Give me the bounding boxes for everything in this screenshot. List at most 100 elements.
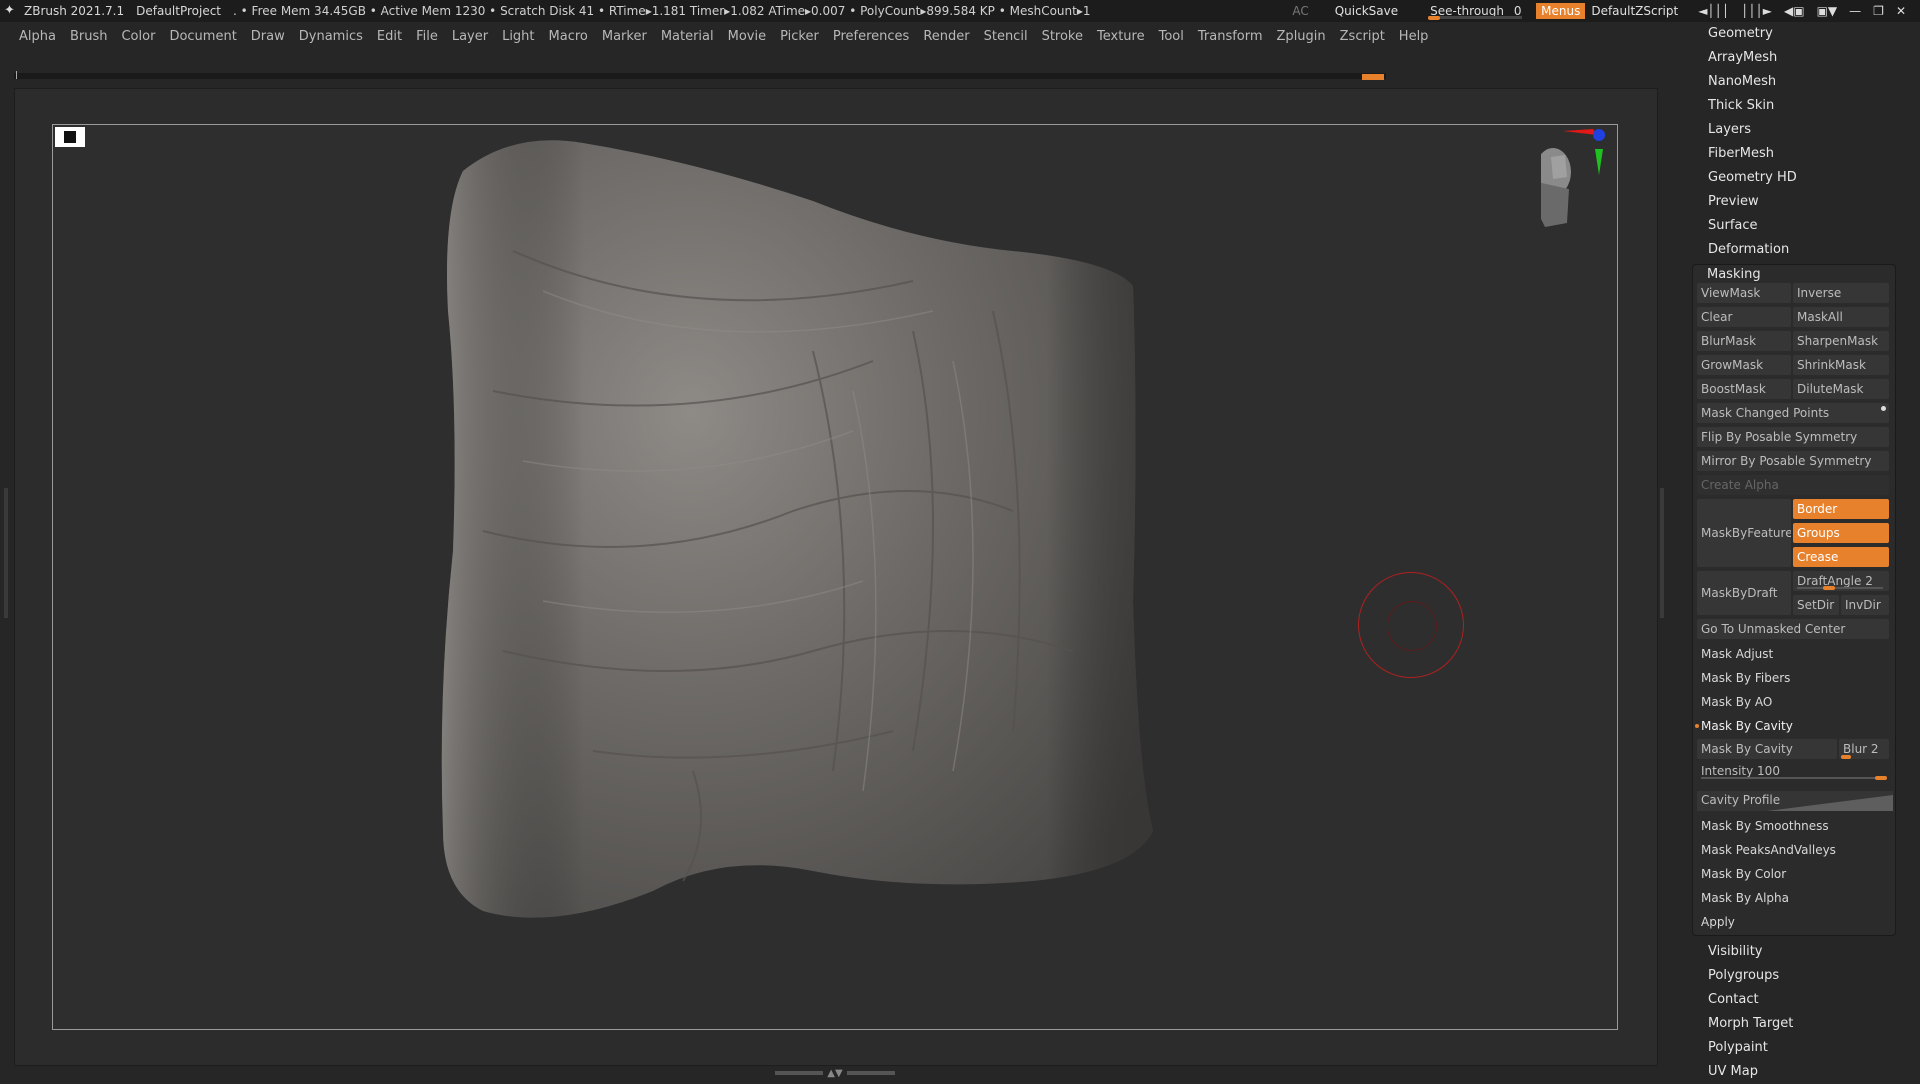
sculpted-pillow-mesh[interactable] (393, 131, 1213, 931)
menu-edit[interactable]: Edit (377, 29, 402, 44)
document-toggle-icon[interactable] (55, 127, 85, 147)
cavity-profile-curve[interactable]: Cavity Profile (1697, 791, 1893, 811)
section-polypaint[interactable]: Polypaint (1690, 1036, 1920, 1060)
section-visibility[interactable]: Visibility (1690, 940, 1920, 964)
menu-render[interactable]: Render (923, 29, 969, 44)
viewmask-button[interactable]: ViewMask (1697, 283, 1791, 303)
section-thick-skin[interactable]: Thick Skin (1690, 94, 1920, 118)
mask-by-cavity-section[interactable]: Mask By Cavity (1693, 715, 1889, 737)
inverse-button[interactable]: Inverse (1793, 283, 1889, 303)
section-geometry-hd[interactable]: Geometry HD (1690, 166, 1920, 190)
section-layers[interactable]: Layers (1690, 118, 1920, 142)
timeline-marker[interactable] (1362, 74, 1384, 80)
blurmask-button[interactable]: BlurMask (1697, 331, 1791, 351)
maskbydraft-button[interactable]: MaskByDraft (1697, 571, 1791, 615)
mask-by-ao-section[interactable]: Mask By AO (1693, 691, 1889, 713)
see-through-slider[interactable]: See-through 0 (1426, 2, 1526, 20)
menu-document[interactable]: Document (169, 29, 236, 44)
left-tray-handle[interactable] (4, 488, 8, 618)
mask-by-alpha-section[interactable]: Mask By Alpha (1693, 887, 1889, 909)
boostmask-button[interactable]: BoostMask (1697, 379, 1791, 399)
section-preview[interactable]: Preview (1690, 190, 1920, 214)
shrinkmask-button[interactable]: ShrinkMask (1793, 355, 1889, 375)
menu-material[interactable]: Material (661, 29, 714, 44)
section-fibermesh[interactable]: FiberMesh (1690, 142, 1920, 166)
mask-by-color-section[interactable]: Mask By Color (1693, 863, 1889, 885)
menu-transform[interactable]: Transform (1198, 29, 1263, 44)
maskall-button[interactable]: MaskAll (1793, 307, 1889, 327)
section-uv-map[interactable]: UV Map (1690, 1060, 1920, 1084)
menu-layer[interactable]: Layer (452, 29, 488, 44)
menu-marker[interactable]: Marker (602, 29, 647, 44)
restore-icon[interactable]: ❐ (1873, 4, 1884, 18)
draftangle-slider[interactable]: DraftAngle 2 (1793, 571, 1889, 591)
maskbyfeature-button[interactable]: MaskByFeature (1697, 499, 1791, 567)
cavity-blur-slider[interactable]: Blur 2 (1839, 739, 1889, 759)
menu-alpha[interactable]: Alpha (19, 29, 56, 44)
menu-macro[interactable]: Macro (549, 29, 588, 44)
crease-toggle[interactable]: Crease (1793, 547, 1889, 567)
dilutemask-button[interactable]: DiluteMask (1793, 379, 1889, 399)
border-toggle[interactable]: Border (1793, 499, 1889, 519)
clear-mask-button[interactable]: Clear (1697, 307, 1791, 327)
setdir-button[interactable]: SetDir (1793, 595, 1839, 615)
section-contact[interactable]: Contact (1690, 988, 1920, 1012)
create-alpha-button[interactable]: Create Alpha (1697, 475, 1889, 495)
minimize-icon[interactable]: — (1849, 4, 1861, 18)
timeline-track[interactable] (14, 71, 1386, 80)
section-geometry[interactable]: Geometry (1690, 22, 1920, 46)
go-to-unmasked-center-button[interactable]: Go To Unmasked Center (1697, 619, 1889, 639)
document-canvas[interactable] (52, 124, 1618, 1030)
layout-cycle-icon[interactable]: │││► (1741, 4, 1772, 18)
section-polygroups[interactable]: Polygroups (1690, 964, 1920, 988)
mask-by-cavity-button[interactable]: Mask By Cavity (1697, 739, 1837, 759)
intensity-slider[interactable]: Intensity 100 (1697, 761, 1889, 781)
masking-title[interactable]: Masking (1707, 267, 1761, 282)
mask-changed-points-button[interactable]: Mask Changed Points (1697, 403, 1889, 423)
mask-by-fibers-section[interactable]: Mask By Fibers (1693, 667, 1889, 689)
menu-movie[interactable]: Movie (728, 29, 766, 44)
menu-tool[interactable]: Tool (1159, 29, 1184, 44)
active-dot-icon (1695, 724, 1699, 728)
menu-brush[interactable]: Brush (70, 29, 108, 44)
menu-color[interactable]: Color (121, 29, 155, 44)
menu-picker[interactable]: Picker (780, 29, 819, 44)
orientation-gizmo[interactable] (1535, 127, 1611, 247)
menu-light[interactable]: Light (502, 29, 534, 44)
bottom-tray-handle[interactable]: ▲▼ (770, 1068, 900, 1079)
mask-adjust-section[interactable]: Mask Adjust (1693, 643, 1889, 665)
swap-icon[interactable]: ▣▼ (1817, 4, 1838, 18)
flip-posable-symmetry-button[interactable]: Flip By Posable Symmetry (1697, 427, 1889, 447)
menu-draw[interactable]: Draw (251, 29, 285, 44)
sharpenmask-button[interactable]: SharpenMask (1793, 331, 1889, 351)
section-morph-target[interactable]: Morph Target (1690, 1012, 1920, 1036)
interface-icon[interactable]: ◀▣ (1784, 4, 1805, 18)
menu-stroke[interactable]: Stroke (1042, 29, 1083, 44)
ac-toggle[interactable]: AC (1292, 4, 1308, 18)
right-tray-handle[interactable] (1660, 488, 1664, 618)
menu-dynamics[interactable]: Dynamics (299, 29, 363, 44)
section-nanomesh[interactable]: NanoMesh (1690, 70, 1920, 94)
groups-toggle[interactable]: Groups (1793, 523, 1889, 543)
mask-peaks-valleys-section[interactable]: Mask PeaksAndValleys (1693, 839, 1889, 861)
invdir-button[interactable]: InvDir (1841, 595, 1889, 615)
section-deformation[interactable]: Deformation (1690, 238, 1920, 262)
close-icon[interactable]: ✕ (1896, 4, 1906, 18)
menu-stencil[interactable]: Stencil (984, 29, 1028, 44)
growmask-button[interactable]: GrowMask (1697, 355, 1791, 375)
section-arraymesh[interactable]: ArrayMesh (1690, 46, 1920, 70)
quicksave-button[interactable]: QuickSave (1335, 4, 1398, 18)
menu-preferences[interactable]: Preferences (833, 29, 909, 44)
layout-icon[interactable]: ◄│││ (1698, 4, 1729, 18)
menu-zplugin[interactable]: Zplugin (1277, 29, 1326, 44)
menu-help[interactable]: Help (1399, 29, 1429, 44)
menu-file[interactable]: File (416, 29, 438, 44)
apply-section[interactable]: Apply (1693, 911, 1889, 933)
menu-texture[interactable]: Texture (1097, 29, 1145, 44)
section-surface[interactable]: Surface (1690, 214, 1920, 238)
mask-by-smoothness-section[interactable]: Mask By Smoothness (1693, 815, 1889, 837)
menus-button[interactable]: Menus (1536, 3, 1586, 19)
mirror-posable-symmetry-button[interactable]: Mirror By Posable Symmetry (1697, 451, 1889, 471)
default-zscript-button[interactable]: DefaultZScript (1591, 4, 1678, 18)
menu-zscript[interactable]: Zscript (1340, 29, 1385, 44)
